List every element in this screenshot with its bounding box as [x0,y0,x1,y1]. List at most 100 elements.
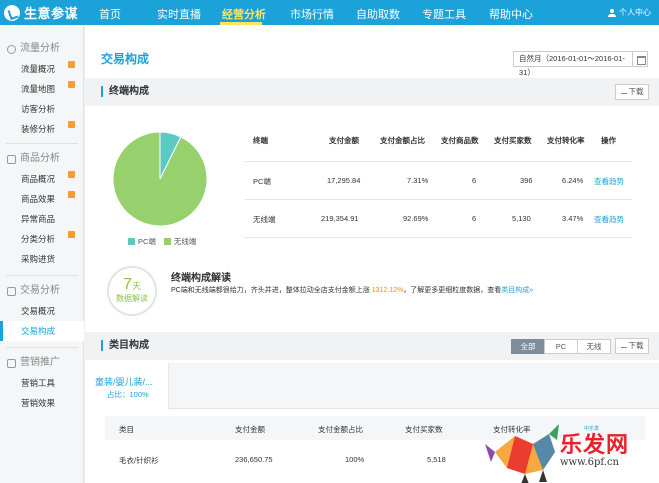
legend-item-pc[interactable]: PC端 [128,236,156,247]
user-menu[interactable]: 个人中心 [608,7,651,18]
watermark-brand: 乐发网 [560,432,630,458]
cell-amount: 17,295.84 [327,176,361,185]
nav-item-live[interactable]: 实时直播 [157,6,201,22]
col-header: 支付商品数 [441,136,479,145]
category-tabstrip [85,363,659,409]
download-button[interactable]: 下载 [615,84,649,100]
sidebar-group-header[interactable]: 流量分析 [0,39,84,59]
nav-item-market[interactable]: 市场行情 [290,6,334,22]
interpretation-title: 终端构成解读 [171,273,231,284]
category-tab-title: 童装/婴儿装/... [95,377,153,387]
sidebar-item-abnormal-product[interactable]: 异常商品 [0,209,84,229]
sidebar-item-marketing-tools[interactable]: 营销工具 [0,373,84,393]
sidebar-item-visitor-analysis[interactable]: 访客分析 [0,99,84,119]
category-tab[interactable]: 童装/婴儿装/... 占比：100% [85,363,169,410]
cart-icon [7,286,16,296]
section-title: 类目构成 [101,340,149,351]
sidebar-divider [6,347,78,348]
new-badge-icon [68,61,75,68]
data-interpretation-badge: 7天 数据解读 [107,266,157,316]
box-icon [7,154,16,164]
user-label: 个人中心 [619,8,651,17]
logo-icon [4,4,20,21]
legend-swatch [163,238,171,245]
sidebar-item-traffic-map[interactable]: 流量地图 [0,79,84,99]
sidebar-divider [6,143,78,144]
section-title: 终端构成 [101,86,149,97]
sidebar-item-decoration-analysis[interactable]: 装修分析 [0,119,84,139]
filter-wireless-button[interactable]: 无线 [577,339,611,354]
sidebar-item-purchasing[interactable]: 采购进货 [0,249,84,269]
cell-category: 毛衣/针织衫 [119,456,159,465]
cell-ratio: 100% [345,455,365,464]
col-header: 终端 [253,136,268,145]
eye-icon [7,44,16,54]
cell-amount: 219,354.91 [321,214,359,223]
user-icon [608,8,616,17]
col-header: 支付金额占比 [380,136,425,145]
cell-conversion: 6.24% [562,176,584,185]
sidebar-item-trade-composition[interactable]: 交易构成 [0,321,84,341]
sidebar-item-marketing-effect[interactable]: 营销效果 [0,393,84,413]
cell-terminal: PC端 [253,177,271,186]
badge-unit: 天 [131,281,141,291]
app-name: 生意参谋 [24,6,79,21]
cell-ratio: 7.31% [407,176,429,185]
cell-ratio: 92.69% [403,214,429,223]
nav-item-topic-tools[interactable]: 专题工具 [422,6,466,22]
interpretation-text-part: ，了解更多更细粒度数据，查看 [403,287,502,294]
col-header: 支付金额 [235,425,265,434]
cell-conversion: 3.47% [562,214,584,223]
filter-all-button[interactable]: 全部 [511,339,545,354]
view-trend-link[interactable]: 查看趋势 [594,214,624,225]
sidebar-group-header[interactable]: 营销推广 [0,353,84,373]
date-range-selector[interactable]: 自然月（2016-01-01～2016-01-31） [513,51,633,77]
page-title: 交易构成 [101,52,150,66]
pie-slice-wireless[interactable] [112,131,208,227]
legend-swatch [128,238,135,245]
sidebar-item-category-analysis[interactable]: 分类分析 [0,229,84,249]
megaphone-icon [7,358,16,368]
col-header: 类目 [119,425,134,434]
badge-label: 数据解读 [116,294,148,303]
category-composition-link[interactable]: 类目构成» [501,287,533,294]
download-icon [620,342,627,348]
cell-buyers: 396 [520,176,533,185]
download-button[interactable]: 下载 [615,338,649,354]
interpretation-highlight: 1312.12% [371,287,404,294]
sidebar: 流量分析 流量概况 流量地图 访客分析 装修分析 商品分析 商品概况 商品效果 … [0,25,84,483]
row-divider [245,237,632,238]
new-badge-icon [68,121,75,128]
new-badge-icon [68,231,75,238]
category-tab-ratio: 占比：100% [107,390,149,399]
sidebar-item-trade-overview[interactable]: 交易概况 [0,301,84,321]
sidebar-item-product-effect[interactable]: 商品效果 [0,189,84,209]
logo[interactable]: 生意参谋 [4,3,78,22]
nav-item-help[interactable]: 帮助中心 [489,6,533,22]
col-header: 支付转化率 [547,136,585,145]
nav-item-business-analysis[interactable]: 经营分析 [222,6,266,22]
legend-item-wireless[interactable]: 无线端 [163,236,196,247]
view-trend-link[interactable]: 查看趋势 [594,176,624,187]
nav-item-self-service-data[interactable]: 自助取数 [356,6,400,22]
interpretation-text-part: PC端和无线端都很给力，齐头并进，整体拉动全店支付金额上涨 [171,287,370,294]
cell-buyers: 5,518 [427,455,446,464]
cell-terminal: 无线端 [253,215,276,224]
download-icon [620,88,627,94]
pie-chart-svg [112,131,208,227]
cell-buyers: 5,130 [512,214,531,223]
main-content: 交易构成 自然月（2016-01-01～2016-01-31） 终端构成 下载 … [85,25,659,483]
terminal-pie-chart [111,130,209,228]
interpretation-text: PC端和无线端都很给力，齐头并进，整体拉动全店支付金额上涨 1312.12%，了… [171,285,533,295]
sidebar-group-header[interactable]: 商品分析 [0,149,84,169]
row-divider [245,199,632,200]
sidebar-group-header[interactable]: 交易分析 [0,281,84,301]
sidebar-group-marketing: 营销推广 营销工具 营销效果 [0,353,84,413]
sidebar-item-product-overview[interactable]: 商品概况 [0,169,84,189]
calendar-icon[interactable] [632,51,648,67]
sidebar-group-traffic: 流量分析 流量概况 流量地图 访客分析 装修分析 [0,39,84,139]
sidebar-item-traffic-overview[interactable]: 流量概况 [0,59,84,79]
filter-pc-button[interactable]: PC [544,339,578,354]
nav-item-home[interactable]: 首页 [99,6,121,22]
terminal-section-header: 终端构成 下载 [85,78,659,106]
